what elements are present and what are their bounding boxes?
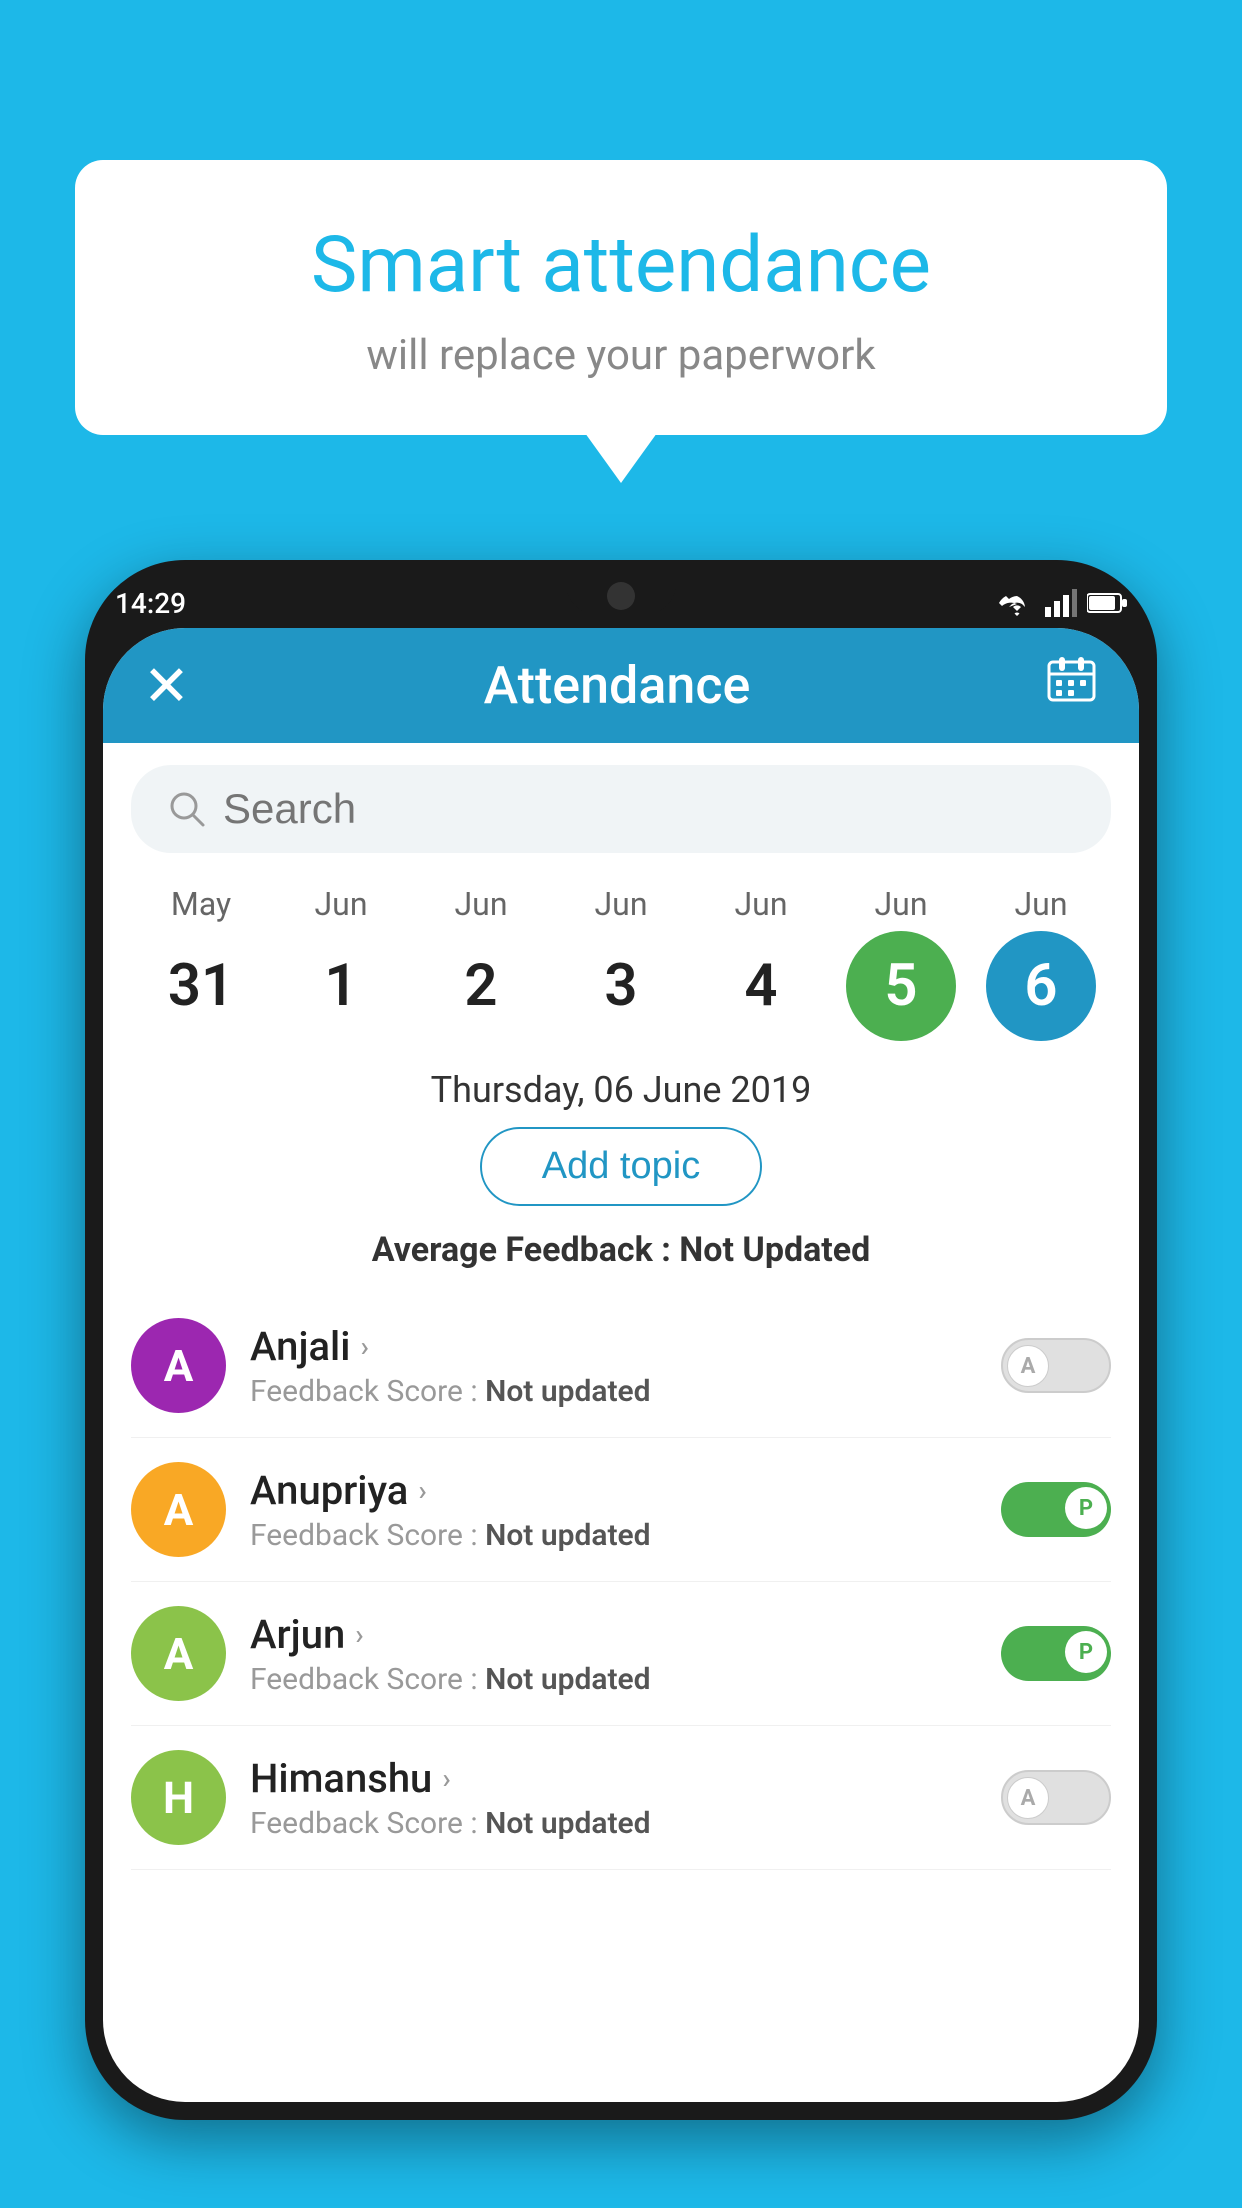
status-time: 14:29	[115, 587, 186, 620]
avg-feedback-label: Average Feedback :	[372, 1230, 680, 1270]
calendar-day[interactable]: Jun 2	[416, 885, 546, 1041]
calendar-day[interactable]: Jun 4	[696, 885, 826, 1041]
feedback-score: Feedback Score : Not updated	[250, 1662, 1001, 1697]
student-list: AAnjali ›Feedback Score : Not updatedAAA…	[103, 1294, 1139, 1870]
student-info: Arjun › Feedback Score : Not updated	[250, 1611, 1001, 1697]
student-avatar: A	[131, 1462, 226, 1557]
chevron-icon: ›	[360, 1330, 368, 1363]
cal-date-number: 6	[986, 931, 1096, 1041]
phone-screen: ✕ Attendance	[103, 628, 1139, 2102]
phone-container: 14:29	[85, 560, 1157, 2208]
attendance-toggle[interactable]: P	[1001, 1626, 1111, 1681]
search-bar[interactable]	[131, 765, 1111, 853]
student-item[interactable]: A Anupriya › Feedback Score : Not updated P	[131, 1438, 1111, 1582]
student-info: Anupriya › Feedback Score : Not updated	[250, 1467, 1001, 1553]
calendar-day[interactable]: Jun 5	[836, 885, 966, 1041]
student-name: Anupriya ›	[250, 1467, 1001, 1514]
search-input[interactable]	[223, 785, 1075, 833]
cal-date-number: 1	[286, 931, 396, 1041]
cal-month-label: Jun	[455, 885, 508, 923]
chevron-icon: ›	[418, 1474, 426, 1507]
cal-month-label: Jun	[315, 885, 368, 923]
toggle-knob: A	[1007, 1777, 1049, 1819]
chevron-icon: ›	[355, 1618, 363, 1651]
speech-bubble: Smart attendance will replace your paper…	[75, 160, 1167, 435]
student-name: Anjali ›	[250, 1323, 1001, 1370]
search-icon	[167, 789, 207, 829]
wifi-icon	[999, 589, 1035, 617]
speech-bubble-container: Smart attendance will replace your paper…	[75, 160, 1167, 435]
add-topic-button[interactable]: Add topic	[480, 1127, 762, 1206]
cal-month-label: Jun	[735, 885, 788, 923]
calendar-icon[interactable]	[1044, 652, 1099, 720]
student-avatar: A	[131, 1606, 226, 1701]
cal-month-label: Jun	[1015, 885, 1068, 923]
battery-icon	[1087, 592, 1127, 614]
student-name: Arjun ›	[250, 1611, 1001, 1658]
cal-month-label: Jun	[875, 885, 928, 923]
cal-date-number: 2	[426, 931, 536, 1041]
toggle-knob: P	[1065, 1631, 1107, 1673]
cal-month-label: May	[171, 885, 231, 923]
phone-frame: 14:29	[85, 560, 1157, 2120]
student-item[interactable]: A Arjun › Feedback Score : Not updated P	[131, 1582, 1111, 1726]
cal-date-number: 5	[846, 931, 956, 1041]
close-button[interactable]: ✕	[143, 653, 190, 719]
student-item[interactable]: AAnjali ›Feedback Score : Not updatedA	[131, 1294, 1111, 1438]
feedback-score: Feedback Score : Not updated	[250, 1374, 1001, 1409]
bubble-subtitle: will replace your paperwork	[125, 331, 1117, 380]
student-info: Himanshu › Feedback Score : Not updated	[250, 1755, 1001, 1841]
calendar-day[interactable]: Jun 1	[276, 885, 406, 1041]
toggle-knob: P	[1065, 1487, 1107, 1529]
feedback-score: Feedback Score : Not updated	[250, 1518, 1001, 1553]
header-title: Attendance	[484, 655, 751, 716]
avg-feedback-value: Not Updated	[679, 1230, 870, 1270]
cal-month-label: Jun	[595, 885, 648, 923]
calendar-strip: May 31 Jun 1 Jun 2 Jun 3 Jun 4 Jun 5 Jun 6	[103, 875, 1139, 1041]
student-avatar: H	[131, 1750, 226, 1845]
bubble-title: Smart attendance	[125, 220, 1117, 311]
calendar-day[interactable]: May 31	[136, 885, 266, 1041]
selected-date-label: Thursday, 06 June 2019	[103, 1069, 1139, 1111]
cal-date-number: 31	[146, 931, 256, 1041]
calendar-day[interactable]: Jun 6	[976, 885, 1106, 1041]
student-info: Anjali › Feedback Score : Not updated	[250, 1323, 1001, 1409]
student-avatar: A	[131, 1318, 226, 1413]
app-header: ✕ Attendance	[103, 628, 1139, 743]
average-feedback: Average Feedback : Not Updated	[103, 1230, 1139, 1270]
toggle-knob: A	[1007, 1345, 1049, 1387]
status-icons	[999, 589, 1127, 617]
calendar-day[interactable]: Jun 3	[556, 885, 686, 1041]
feedback-score: Feedback Score : Not updated	[250, 1806, 1001, 1841]
attendance-toggle[interactable]: A	[1001, 1770, 1111, 1825]
signal-icon	[1045, 589, 1077, 617]
attendance-toggle[interactable]: P	[1001, 1482, 1111, 1537]
student-item[interactable]: H Himanshu › Feedback Score : Not updatedA	[131, 1726, 1111, 1870]
attendance-toggle[interactable]: A	[1001, 1338, 1111, 1393]
chevron-icon: ›	[442, 1762, 450, 1795]
phone-notch	[566, 578, 676, 614]
cal-date-number: 3	[566, 931, 676, 1041]
student-name: Himanshu ›	[250, 1755, 1001, 1802]
camera	[607, 582, 635, 610]
cal-date-number: 4	[706, 931, 816, 1041]
